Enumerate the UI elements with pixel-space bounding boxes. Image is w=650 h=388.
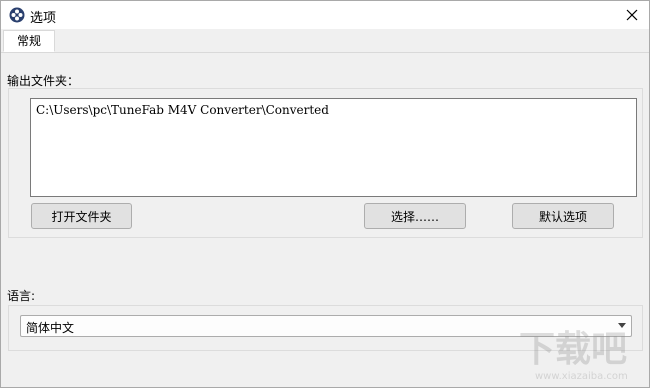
choose-folder-button[interactable]: 选择…… bbox=[364, 203, 466, 229]
options-dialog: 选项 常规 输出文件夹： C:\Users\pc\TuneFab M4V Con… bbox=[0, 0, 650, 388]
close-button[interactable] bbox=[615, 1, 649, 29]
tab-general[interactable]: 常规 bbox=[3, 30, 56, 52]
open-folder-button[interactable]: 打开文件夹 bbox=[31, 203, 132, 229]
window-title: 选项 bbox=[30, 11, 57, 26]
title-bar: 选项 bbox=[1, 1, 649, 29]
svg-text:下载吧: 下载吧 bbox=[519, 329, 627, 370]
default-options-button[interactable]: 默认选项 bbox=[512, 203, 614, 229]
output-folder-label: 输出文件夹： bbox=[7, 74, 80, 88]
language-selected-value: 简体中文 bbox=[26, 321, 75, 335]
tab-strip: 常规 bbox=[1, 29, 649, 53]
watermark-logo: 下载吧 www.xiazaiba.com bbox=[519, 329, 628, 382]
svg-text:www.xiazaiba.com: www.xiazaiba.com bbox=[535, 371, 628, 382]
close-icon bbox=[626, 9, 638, 21]
language-label: 语言: bbox=[7, 289, 36, 303]
output-path-field[interactable]: C:\Users\pc\TuneFab M4V Converter\Conver… bbox=[30, 98, 637, 197]
app-logo-icon bbox=[9, 7, 25, 23]
